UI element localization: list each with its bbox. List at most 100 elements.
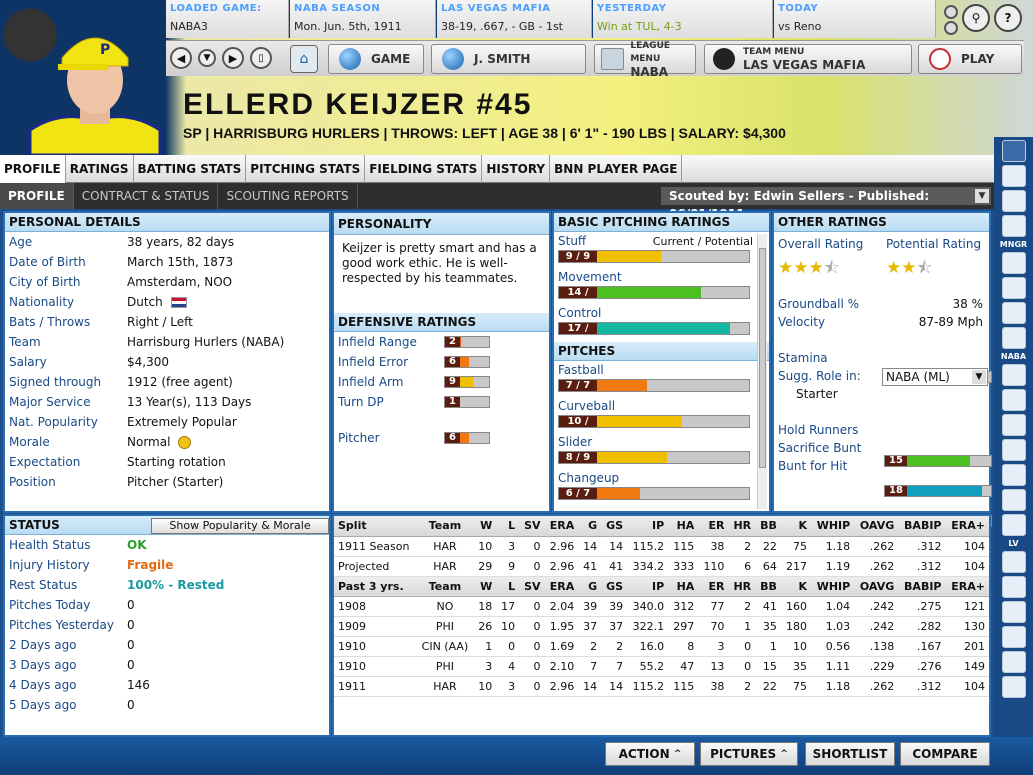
- stats-column-header[interactable]: OAVG: [854, 576, 899, 597]
- stats-column-header[interactable]: IP: [627, 516, 669, 537]
- tab-ratings[interactable]: RATINGS: [66, 155, 134, 183]
- mail-icon[interactable]: [1001, 277, 1026, 299]
- pictures-button[interactable]: PICTURES ^: [700, 742, 798, 766]
- stats-column-header[interactable]: W: [473, 516, 497, 537]
- gear-icon[interactable]: [944, 21, 958, 35]
- league-home-icon[interactable]: [1001, 364, 1026, 386]
- stats-column-header[interactable]: Split: [334, 516, 417, 537]
- team-home-icon[interactable]: [1001, 551, 1026, 573]
- stats-column-header[interactable]: BABIP: [898, 576, 946, 597]
- team-diamond-icon[interactable]: [1001, 601, 1026, 623]
- stats-column-header[interactable]: WHIP: [811, 576, 855, 597]
- stats-column-header[interactable]: L: [496, 576, 520, 597]
- tab-bnn-player-page[interactable]: BNN PLAYER PAGE: [550, 155, 683, 183]
- stats-column-header[interactable]: HR: [728, 576, 756, 597]
- stats-column-header[interactable]: BB: [755, 576, 781, 597]
- stats-column-header[interactable]: ER: [698, 516, 729, 537]
- personal-detail-value[interactable]: Harrisburg Hurlers (NABA): [127, 335, 284, 349]
- stats-column-header[interactable]: IP: [627, 576, 669, 597]
- tools-icon[interactable]: [1001, 514, 1026, 536]
- game-menu-button[interactable]: GAME: [328, 44, 424, 74]
- stats-column-header[interactable]: K: [780, 576, 812, 597]
- pitching-scrollbar[interactable]: [757, 234, 767, 509]
- search-icon[interactable]: ⚲: [962, 4, 990, 32]
- stats-icon[interactable]: [1001, 439, 1026, 461]
- show-popularity-morale-button[interactable]: Show Popularity & Morale: [151, 518, 329, 534]
- stats-column-header[interactable]: ERA+: [945, 516, 989, 537]
- stats-column-header[interactable]: K: [780, 516, 812, 537]
- tab-pitching-stats[interactable]: PITCHING STATS: [246, 155, 366, 183]
- scouted-by-dropdown[interactable]: Scouted by: Edwin Sellers - Published: 0…: [661, 187, 991, 221]
- tab-profile[interactable]: PROFILE: [0, 155, 66, 183]
- bunt-for-hit-label: Bunt for Hit: [778, 459, 848, 473]
- manager-menu-button[interactable]: J. SMITH: [431, 44, 586, 74]
- tab-history[interactable]: HISTORY: [482, 155, 551, 183]
- checkmark-icon[interactable]: [1001, 165, 1026, 187]
- forward-icon[interactable]: ▶: [222, 47, 244, 69]
- subtab-profile[interactable]: PROFILE: [0, 183, 74, 209]
- stats-column-header[interactable]: GS: [601, 516, 628, 537]
- standings-icon[interactable]: [1001, 414, 1026, 436]
- stats-column-header[interactable]: HR: [728, 516, 756, 537]
- role-league-select[interactable]: NABA (ML) ▼: [882, 368, 988, 386]
- rating-value: 2: [445, 337, 460, 347]
- team-menu-button[interactable]: TEAM MENU LAS VEGAS MAFIA: [704, 44, 912, 74]
- stats-column-header[interactable]: HA: [668, 576, 699, 597]
- league-menu-button[interactable]: LEAGUE MENU NABA: [594, 41, 696, 78]
- bookmark-icon[interactable]: ▯: [250, 47, 272, 69]
- roster-icon[interactable]: [1001, 576, 1026, 598]
- book-icon[interactable]: [1001, 215, 1026, 237]
- stats-column-header[interactable]: BB: [755, 516, 781, 537]
- action-button[interactable]: ACTION ^: [605, 742, 695, 766]
- stats-column-header[interactable]: Team: [416, 516, 474, 537]
- rating-value: 9: [445, 377, 460, 387]
- stats-column-header[interactable]: W: [473, 576, 497, 597]
- stats-column-header[interactable]: BABIP: [898, 516, 946, 537]
- globe-icon[interactable]: [1001, 190, 1026, 212]
- trade-icon[interactable]: [1001, 626, 1026, 648]
- shortlist-button[interactable]: SHORTLIST: [805, 742, 895, 766]
- stats-column-header[interactable]: ER: [698, 576, 729, 597]
- helmet-icon[interactable]: [1001, 464, 1026, 486]
- stats-column-header[interactable]: G: [578, 516, 602, 537]
- subtab-contract-status[interactable]: CONTRACT & STATUS: [74, 183, 219, 209]
- transactions-icon[interactable]: [1001, 489, 1026, 511]
- compare-button[interactable]: COMPARE: [900, 742, 990, 766]
- stats-column-header[interactable]: G: [578, 576, 602, 597]
- history-dropdown-icon[interactable]: ▼: [198, 49, 216, 67]
- stats-column-header[interactable]: L: [496, 516, 520, 537]
- home-icon[interactable]: [1001, 252, 1026, 274]
- stats-column-header[interactable]: GS: [601, 576, 628, 597]
- stats-column-header[interactable]: ERA: [544, 516, 579, 537]
- stats-column-header[interactable]: SV: [519, 516, 545, 537]
- diamond-icon[interactable]: [1001, 389, 1026, 411]
- status-value: 0: [127, 618, 135, 632]
- subtab-scouting-reports[interactable]: SCOUTING REPORTS: [218, 183, 358, 209]
- help-icon[interactable]: ?: [994, 4, 1022, 32]
- dollar-icon[interactable]: [1001, 651, 1026, 673]
- status-value: 0: [127, 658, 135, 672]
- stats-column-header[interactable]: ERA: [544, 576, 579, 597]
- stats-column-header[interactable]: ERA+: [945, 576, 989, 597]
- stats-column-header[interactable]: WHIP: [811, 516, 855, 537]
- stats-column-header[interactable]: HA: [668, 516, 699, 537]
- collapse-sidebar-icon[interactable]: [1001, 140, 1026, 162]
- tab-batting-stats[interactable]: BATTING STATS: [134, 155, 247, 183]
- stats-column-header[interactable]: Past 3 yrs.: [334, 576, 417, 597]
- magnifier-icon[interactable]: [1001, 302, 1026, 324]
- personal-detail-label: Date of Birth: [9, 255, 86, 269]
- settings-icon[interactable]: [944, 5, 958, 19]
- stats-cell: 2: [728, 676, 756, 697]
- back-icon[interactable]: ◀: [170, 47, 192, 69]
- team-tools-icon[interactable]: [1001, 676, 1026, 698]
- wrench-icon[interactable]: [1001, 327, 1026, 349]
- stats-column-header[interactable]: SV: [519, 576, 545, 597]
- stats-cell: .312: [898, 676, 946, 697]
- pitching-scrollbar-thumb[interactable]: [759, 248, 766, 468]
- stats-column-header[interactable]: OAVG: [854, 516, 899, 537]
- home-icon[interactable]: ⌂: [290, 45, 318, 73]
- status-value: 100% - Rested: [127, 578, 225, 592]
- play-button[interactable]: PLAY: [918, 44, 1022, 74]
- stats-column-header[interactable]: Team: [416, 576, 474, 597]
- tab-fielding-stats[interactable]: FIELDING STATS: [365, 155, 483, 183]
